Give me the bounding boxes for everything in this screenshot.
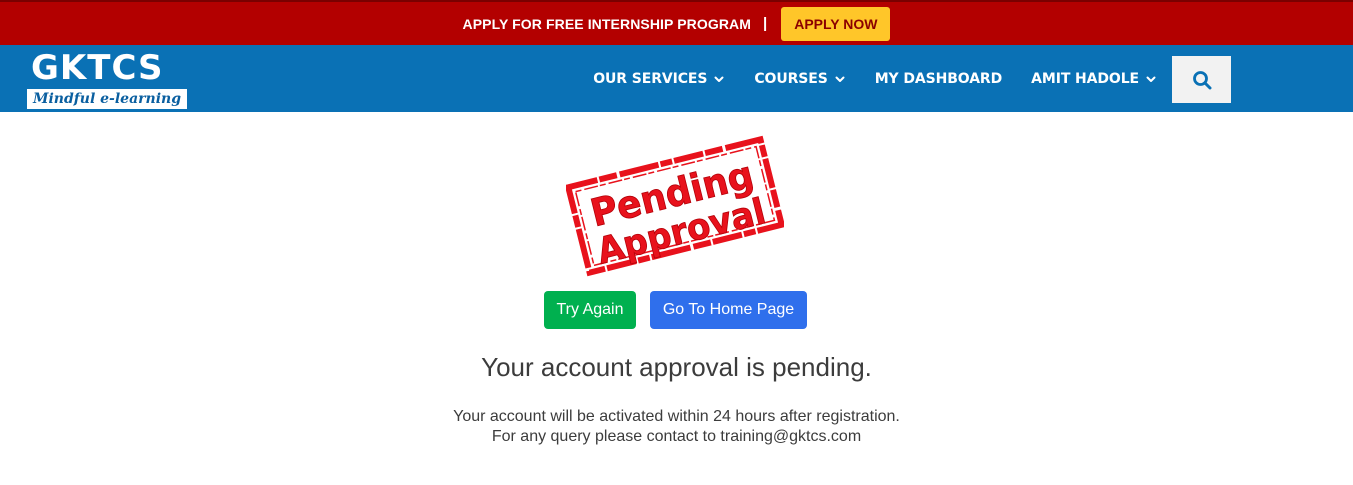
nav-item-courses[interactable]: COURSES [754, 71, 845, 87]
nav-menu: OUR SERVICES COURSES MY DASHBOARD AMIT H… [564, 45, 1157, 112]
announcement-bar: APPLY FOR FREE INTERNSHIP PROGRAM | APPL… [0, 0, 1353, 45]
pending-approval-stamp: Pending Approval [564, 135, 786, 277]
nav-item-label: MY DASHBOARD [874, 70, 1003, 87]
main-navbar: GKTCS Mindful e-learning OUR SERVICES CO… [0, 45, 1353, 112]
logo-tagline: Mindful e-learning [27, 89, 187, 109]
search-button[interactable] [1172, 56, 1231, 103]
apply-now-button[interactable]: APPLY NOW [781, 6, 891, 41]
chevron-down-icon [1146, 76, 1156, 82]
nav-item-my-dashboard[interactable]: MY DASHBOARD [874, 70, 1003, 87]
nav-item-our-services[interactable]: OUR SERVICES [593, 71, 725, 87]
chevron-down-icon [714, 76, 724, 82]
try-again-button[interactable]: Try Again [544, 291, 636, 329]
search-icon [1192, 70, 1211, 89]
activation-info: Your account will be activated within 24… [453, 408, 900, 425]
chevron-down-icon [835, 76, 845, 82]
nav-item-label: COURSES [754, 70, 828, 87]
announcement-separator: | [763, 15, 768, 32]
go-to-home-page-button[interactable]: Go To Home Page [650, 291, 807, 329]
nav-item-user-menu[interactable]: AMIT HADOLE [1031, 71, 1157, 87]
announcement-text: APPLY FOR FREE INTERNSHIP PROGRAM [462, 15, 752, 32]
nav-item-label: AMIT HADOLE [1031, 70, 1139, 87]
logo-wordmark: GKTCS [31, 48, 164, 88]
contact-info: For any query please contact to training… [491, 428, 862, 445]
approval-heading: Your account approval is pending. [481, 352, 872, 382]
nav-item-label: OUR SERVICES [593, 70, 708, 87]
site-logo[interactable]: GKTCS Mindful e-learning [27, 49, 187, 109]
